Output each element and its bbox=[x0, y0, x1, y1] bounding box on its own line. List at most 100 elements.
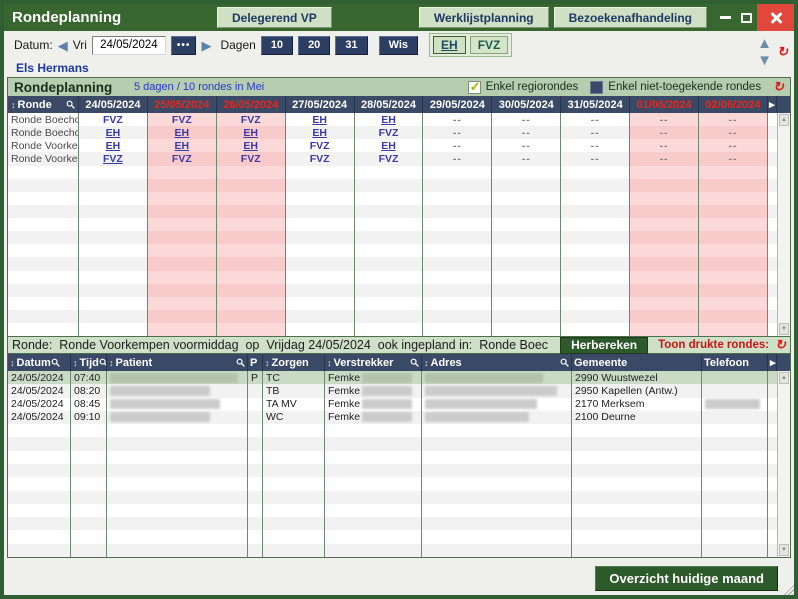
assignment-link[interactable]: EH bbox=[312, 127, 327, 139]
planning-cell[interactable] bbox=[286, 271, 355, 284]
planning-cell[interactable]: FVZ bbox=[79, 113, 148, 126]
planning-cell[interactable] bbox=[217, 310, 286, 323]
assignment-link[interactable]: EH bbox=[381, 114, 396, 126]
planning-cell[interactable] bbox=[148, 231, 217, 244]
planning-cell[interactable]: FVZ bbox=[79, 152, 148, 165]
planning-cell[interactable] bbox=[355, 284, 424, 297]
search-icon-wrap[interactable] bbox=[560, 358, 569, 367]
assignment-link[interactable]: FVZ bbox=[379, 127, 399, 139]
planning-cell[interactable]: -- bbox=[492, 152, 561, 165]
planning-cell[interactable]: -- bbox=[423, 126, 492, 139]
ronde-name-cell[interactable] bbox=[8, 179, 79, 192]
search-icon-wrap[interactable] bbox=[66, 100, 75, 109]
planning-cell[interactable] bbox=[286, 192, 355, 205]
planning-cell[interactable] bbox=[355, 310, 424, 323]
planning-cell[interactable] bbox=[423, 192, 492, 205]
column-header-gemeente[interactable]: Gemeente bbox=[572, 354, 702, 371]
scrollbar-down-icon[interactable]: ▼ bbox=[779, 544, 789, 556]
planning-cell[interactable] bbox=[699, 310, 768, 323]
planning-cell[interactable] bbox=[492, 192, 561, 205]
ronde-name-cell[interactable] bbox=[8, 244, 79, 257]
assignment-link[interactable]: EH bbox=[243, 127, 258, 139]
planning-cell[interactable] bbox=[217, 218, 286, 231]
planning-cell[interactable] bbox=[630, 166, 699, 179]
column-header-patient[interactable]: ↕Patient bbox=[107, 354, 248, 371]
planning-cell[interactable] bbox=[423, 284, 492, 297]
dagen-31-button[interactable]: 31 bbox=[335, 36, 367, 55]
planning-cell[interactable] bbox=[148, 192, 217, 205]
planning-cell[interactable] bbox=[699, 271, 768, 284]
planning-cell[interactable]: -- bbox=[423, 152, 492, 165]
column-header-verstrekker[interactable]: ↕Verstrekker bbox=[325, 354, 422, 371]
dagen-20-button[interactable]: 20 bbox=[298, 36, 330, 55]
planning-cell[interactable] bbox=[286, 284, 355, 297]
enkel-niet-toegekende-checkbox[interactable] bbox=[590, 81, 603, 94]
planning-cell[interactable] bbox=[79, 323, 148, 336]
planning-cell[interactable] bbox=[630, 231, 699, 244]
planning-cell[interactable] bbox=[355, 179, 424, 192]
planning-cell[interactable] bbox=[286, 218, 355, 231]
planning-cell[interactable]: FVZ bbox=[355, 126, 424, 139]
planning-cell[interactable]: -- bbox=[630, 139, 699, 152]
planning-cell[interactable]: FVZ bbox=[286, 139, 355, 152]
assignment-link[interactable]: FVZ bbox=[103, 114, 123, 126]
herbereken-button[interactable]: Herbereken bbox=[560, 337, 648, 354]
planning-cell[interactable] bbox=[630, 205, 699, 218]
more-columns-icon[interactable]: ▸ bbox=[768, 96, 777, 113]
planning-cell[interactable] bbox=[630, 310, 699, 323]
planning-cell[interactable] bbox=[699, 166, 768, 179]
planning-cell[interactable] bbox=[492, 257, 561, 270]
planning-cell[interactable]: EH bbox=[148, 126, 217, 139]
planning-cell[interactable] bbox=[355, 166, 424, 179]
scrollbar-up-icon[interactable]: ▲ bbox=[779, 372, 789, 384]
planning-cell[interactable] bbox=[79, 257, 148, 270]
werklijstplanning-button[interactable]: Werklijstplanning bbox=[419, 7, 549, 28]
eh-filter-button[interactable]: EH bbox=[433, 36, 466, 54]
planning-cell[interactable]: -- bbox=[630, 152, 699, 165]
planning-cell[interactable] bbox=[699, 192, 768, 205]
planning-cell[interactable] bbox=[79, 271, 148, 284]
planning-cell[interactable]: EH bbox=[148, 139, 217, 152]
planning-cell[interactable] bbox=[217, 166, 286, 179]
planning-cell[interactable] bbox=[148, 205, 217, 218]
delegerend-vp-button[interactable]: Delegerend VP bbox=[217, 7, 332, 28]
column-header-zorgen[interactable]: ↕Zorgen bbox=[263, 354, 325, 371]
planning-cell[interactable] bbox=[148, 323, 217, 336]
assignment-link[interactable]: EH bbox=[175, 127, 190, 139]
ronde-name-cell[interactable]: Ronde Voorke bbox=[8, 152, 79, 165]
planning-cell[interactable]: EH bbox=[355, 113, 424, 126]
planning-cell[interactable] bbox=[561, 179, 630, 192]
planning-cell[interactable]: -- bbox=[699, 126, 768, 139]
column-header-p[interactable]: P bbox=[248, 354, 263, 371]
planning-cell[interactable]: FVZ bbox=[217, 113, 286, 126]
planning-cell[interactable] bbox=[355, 257, 424, 270]
planning-cell[interactable] bbox=[423, 310, 492, 323]
assignment-link[interactable]: EH bbox=[106, 127, 121, 139]
planning-cell[interactable]: -- bbox=[630, 113, 699, 126]
assignment-link[interactable]: EH bbox=[312, 114, 327, 126]
date-column-header[interactable]: 31/05/2024 bbox=[561, 96, 630, 113]
planning-cell[interactable] bbox=[492, 284, 561, 297]
planning-cell[interactable] bbox=[561, 205, 630, 218]
planning-cell[interactable] bbox=[148, 166, 217, 179]
planning-cell[interactable] bbox=[79, 179, 148, 192]
visit-row[interactable]: 24/05/202408:20TBFemke2950 Kapellen (Ant… bbox=[8, 384, 777, 397]
fvz-filter-button[interactable]: FVZ bbox=[470, 36, 509, 54]
planning-cell[interactable] bbox=[492, 218, 561, 231]
planning-cell[interactable] bbox=[148, 244, 217, 257]
column-header-datum[interactable]: ↕Datum bbox=[8, 354, 71, 371]
date-column-header[interactable]: 30/05/2024 bbox=[492, 96, 561, 113]
planning-cell[interactable]: -- bbox=[699, 152, 768, 165]
planning-cell[interactable] bbox=[630, 218, 699, 231]
planning-cell[interactable] bbox=[355, 192, 424, 205]
planning-cell[interactable] bbox=[630, 297, 699, 310]
column-header-adres[interactable]: ↕Adres bbox=[422, 354, 572, 371]
date-picker-button[interactable]: ••• bbox=[171, 36, 197, 55]
planning-cell[interactable] bbox=[561, 297, 630, 310]
planning-cell[interactable]: EH bbox=[79, 139, 148, 152]
ronde-name-cell[interactable] bbox=[8, 284, 79, 297]
planning-cell[interactable] bbox=[423, 179, 492, 192]
refresh-rounds-icon[interactable]: ↻ bbox=[773, 81, 784, 93]
ronde-name-cell[interactable] bbox=[8, 192, 79, 205]
ronde-name-cell[interactable] bbox=[8, 297, 79, 310]
